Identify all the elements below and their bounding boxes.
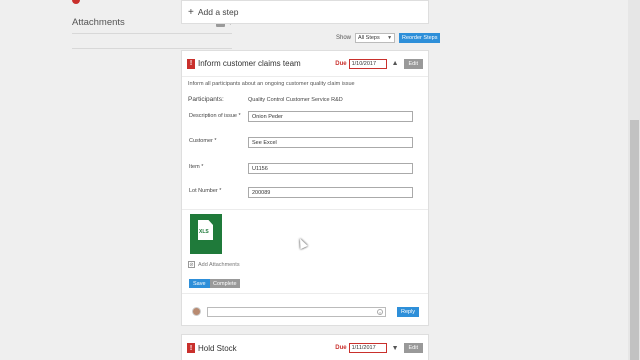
sidebar: Attachments 1 ▾ [60, 0, 232, 360]
step-title[interactable]: Hold Stock [198, 344, 335, 353]
attachments-label: Attachments [72, 17, 125, 28]
avatar [192, 307, 201, 316]
steps-filter-value: All Steps [358, 35, 380, 41]
plus-icon: + [188, 6, 194, 18]
description-of-issue-field[interactable]: Onion Peder [248, 111, 413, 122]
step-description: Inform all participants about an ongoing… [188, 81, 355, 87]
due-date-field[interactable]: 1/11/2017 [348, 343, 387, 353]
clear-icon[interactable]: × [377, 309, 383, 315]
comment-input[interactable]: × [207, 307, 386, 317]
due-label: Due [335, 60, 347, 67]
excel-file-icon[interactable]: XLS [190, 214, 222, 254]
due-date-field[interactable]: 1/10/2017 [348, 58, 387, 69]
file-type-label: XLS [199, 229, 209, 235]
lot-number-label: Lot Number * [189, 188, 222, 194]
show-label: Show [336, 35, 352, 41]
add-attachments-label: Add Attachments [198, 261, 240, 268]
alert-icon: ! [187, 343, 195, 353]
add-step-button[interactable]: + Add a step [181, 0, 429, 24]
steps-toolbar: Show All Steps ▼ Reorder Steps [336, 33, 441, 43]
step-card: ! Hold Stock Due 1/11/2017 ▼ Edit [181, 334, 429, 360]
step-header: ! Hold Stock Due 1/11/2017 ▼ Edit [182, 335, 428, 360]
item-field[interactable]: U1156 [248, 163, 413, 174]
participants-label: Participants: [188, 96, 224, 103]
add-step-label: Add a step [197, 7, 239, 17]
collapse-icon[interactable]: ▲ [392, 60, 399, 67]
steps-filter-select[interactable]: All Steps ▼ [355, 33, 396, 43]
customer-label: Customer * [189, 138, 217, 144]
scrollbar-thumb[interactable] [630, 120, 639, 360]
chevron-down-icon: ▼ [387, 35, 393, 41]
customer-field[interactable]: See Excel [248, 137, 413, 148]
due-label: Due [335, 345, 347, 351]
reply-button[interactable]: Reply [397, 307, 420, 317]
participants-value: Quality Control Customer Service R&D [248, 97, 343, 103]
reorder-steps-button[interactable]: Reorder Steps [399, 33, 441, 43]
save-button[interactable]: Save [189, 279, 210, 288]
complete-button[interactable]: Complete [210, 279, 240, 288]
paperclip-icon: ⊘ [188, 261, 195, 268]
alert-icon [72, 0, 80, 4]
divider [182, 209, 428, 210]
expand-icon[interactable]: ▼ [392, 345, 399, 352]
item-label: Item * [189, 164, 204, 170]
step-header: ! Inform customer claims team Due 1/10/2… [182, 51, 428, 77]
step-title[interactable]: Inform customer claims team [198, 59, 335, 68]
edit-button[interactable]: Edit [403, 58, 423, 69]
description-of-issue-label: Description of issue * [189, 113, 241, 119]
sidebar-divider [72, 48, 232, 49]
edit-button[interactable]: Edit [403, 343, 423, 353]
add-attachments-link[interactable]: ⊘ Add Attachments [188, 261, 240, 268]
lot-number-field[interactable]: 200089 [248, 187, 413, 198]
alert-icon: ! [187, 58, 195, 69]
scrollbar[interactable] [628, 0, 640, 360]
divider [182, 293, 428, 294]
step-card: ! Inform customer claims team Due 1/10/2… [181, 50, 429, 326]
